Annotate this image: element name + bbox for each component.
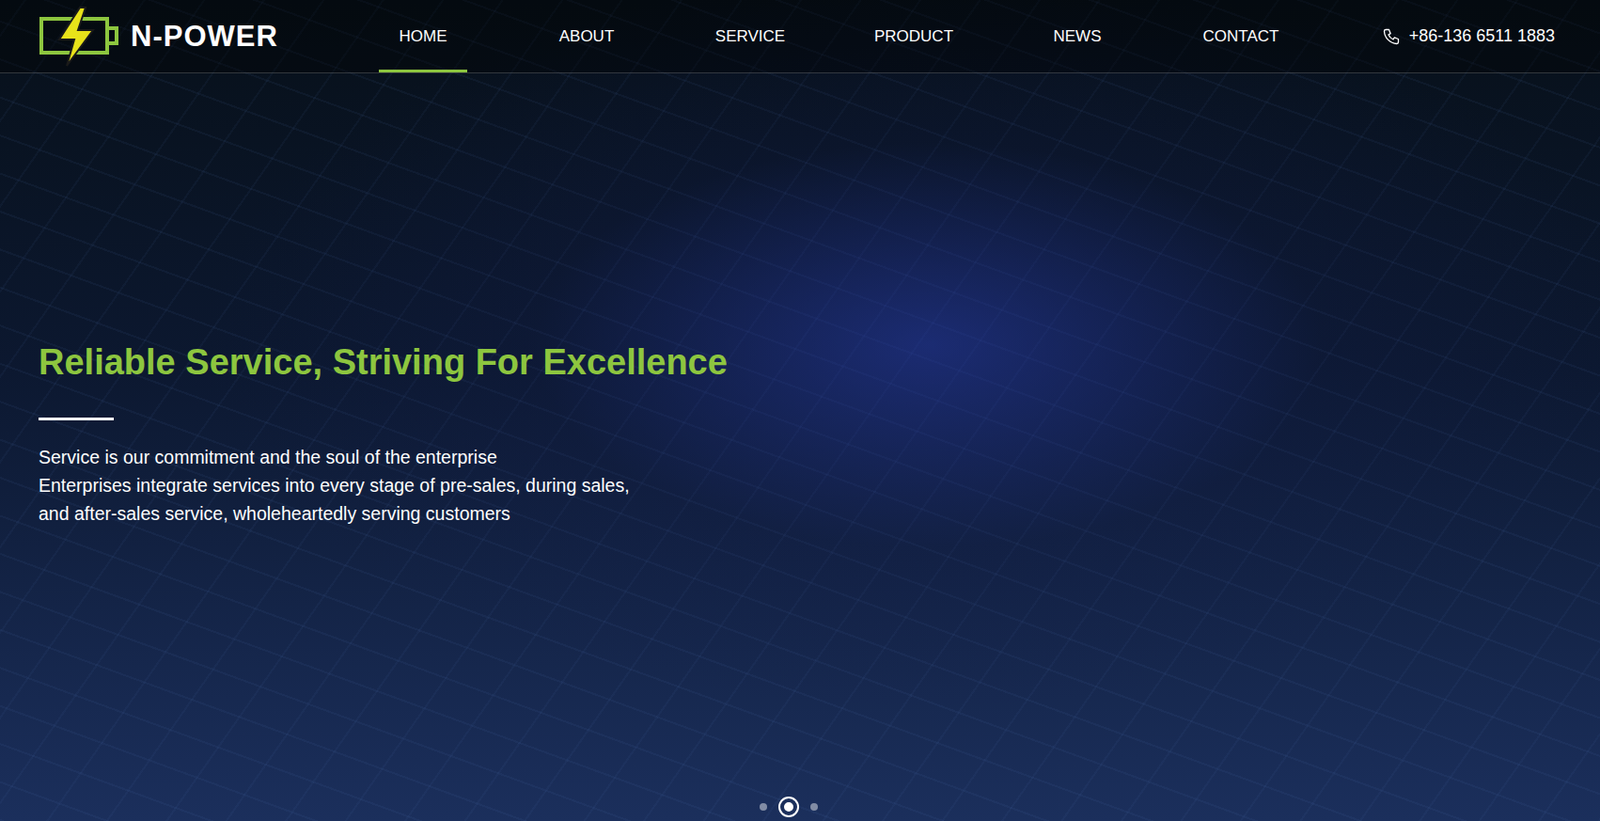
phone-number[interactable]: +86-136 6511 1883	[1381, 26, 1555, 47]
nav-item[interactable]: CONTACT	[1196, 0, 1286, 73]
description-line: Enterprises integrate services into ever…	[38, 470, 1600, 500]
battery-bolt-icon	[38, 5, 126, 68]
description-line: and after-sales service, wholeheartedly …	[38, 499, 1600, 528]
hero-description: Service is our commitment and the soul o…	[38, 442, 1600, 528]
phone-text: +86-136 6511 1883	[1409, 26, 1555, 47]
description-line: Service is our commitment and the soul o…	[38, 442, 1600, 471]
title-divider	[38, 417, 114, 421]
slider-dots	[759, 798, 818, 816]
phone-icon	[1381, 27, 1401, 47]
home-page: N-POWER HOME ABOUT SERVICE PRODUCT NEWS CONTAC…	[0, 0, 1600, 821]
nav-item[interactable]: SERVICE	[705, 0, 795, 73]
main-nav: HOME ABOUT SERVICE PRODUCT NEWS CONTACT	[378, 0, 1286, 73]
slider-dot[interactable]	[780, 798, 798, 816]
nav-item[interactable]: NEWS	[1033, 0, 1122, 73]
slider-dot[interactable]	[759, 802, 768, 811]
slider-dot[interactable]	[810, 802, 818, 811]
nav-item[interactable]: ABOUT	[542, 0, 631, 73]
site-header: N-POWER HOME ABOUT SERVICE PRODUCT NEWS CONTAC…	[0, 0, 1600, 74]
hero-photo	[0, 0, 1600, 821]
hero-section: Reliable Service, Striving For Excellenc…	[0, 73, 1600, 821]
hero-title: Reliable Service, Striving For Excellenc…	[38, 340, 1600, 384]
logo[interactable]: N-POWER	[38, 5, 295, 68]
nav-item[interactable]: PRODUCT	[869, 0, 958, 73]
nav-item[interactable]: HOME	[378, 0, 468, 73]
logo-text: N-POWER	[130, 19, 279, 54]
